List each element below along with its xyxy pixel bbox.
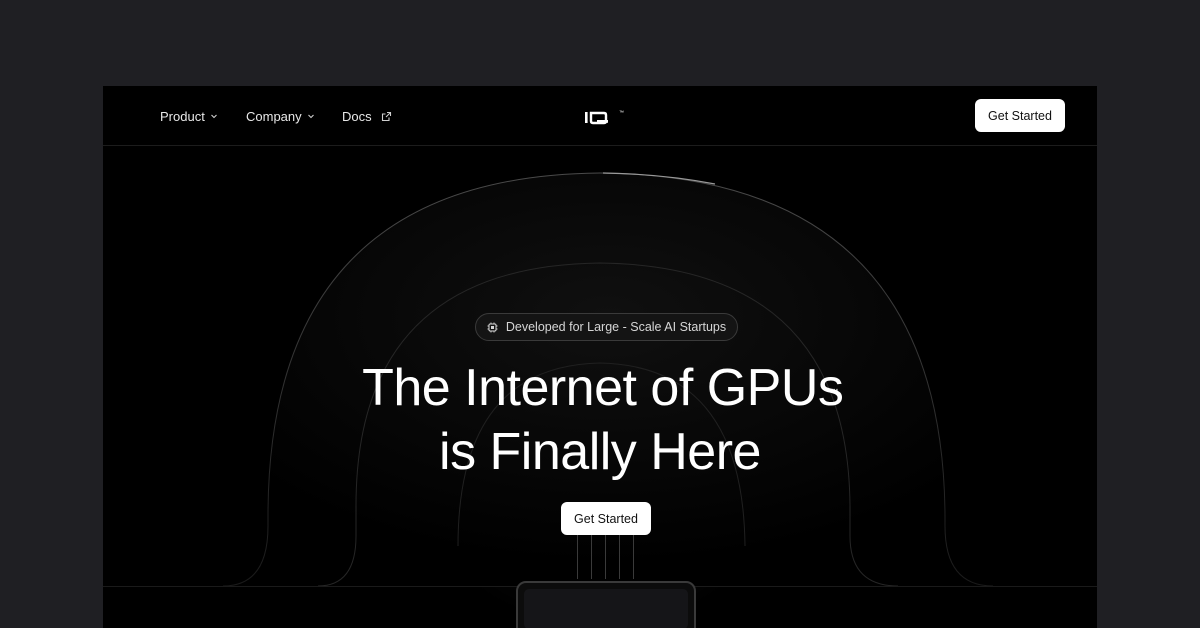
chip-icon [487,322,498,332]
nav-company-label: Company [246,108,302,124]
connector-line [577,535,578,579]
hero-get-started-button[interactable]: Get Started [561,502,651,535]
connector-line [633,535,634,579]
nav-docs-label: Docs [342,108,372,124]
connector-line [619,535,620,579]
hero-badge-label: Developed for Large - Scale AI Startups [505,320,727,334]
headline-trademark: ™ [829,387,838,397]
site-frame: Product Company Docs ™ Get Started Devel… [103,86,1097,628]
nav-docs[interactable]: Docs [342,108,392,124]
nav-company[interactable]: Company [246,108,315,124]
chevron-down-icon [307,114,314,119]
gpu-device-illustration [516,581,696,628]
nav-product[interactable]: Product [160,108,218,124]
connector-line [605,535,606,579]
nav-get-started-button[interactable]: Get Started [975,99,1065,132]
device-screen [524,589,688,628]
connector-line [591,535,592,579]
external-link-icon [381,111,391,121]
io-logo[interactable]: ™ [584,108,630,126]
nav-product-label: Product [160,108,205,124]
hero-badge: Developed for Large - Scale AI Startups [475,313,738,341]
top-nav: Product Company Docs ™ Get Started [103,86,1097,146]
logo-trademark: ™ [619,110,624,116]
headline-line-2: is Finally Here [439,423,761,481]
headline-line-1: The Internet of GPUs [362,359,844,417]
chevron-down-icon [210,114,217,119]
hero-headline: The Internet of GPUs™ is Finally Here [103,356,1097,484]
